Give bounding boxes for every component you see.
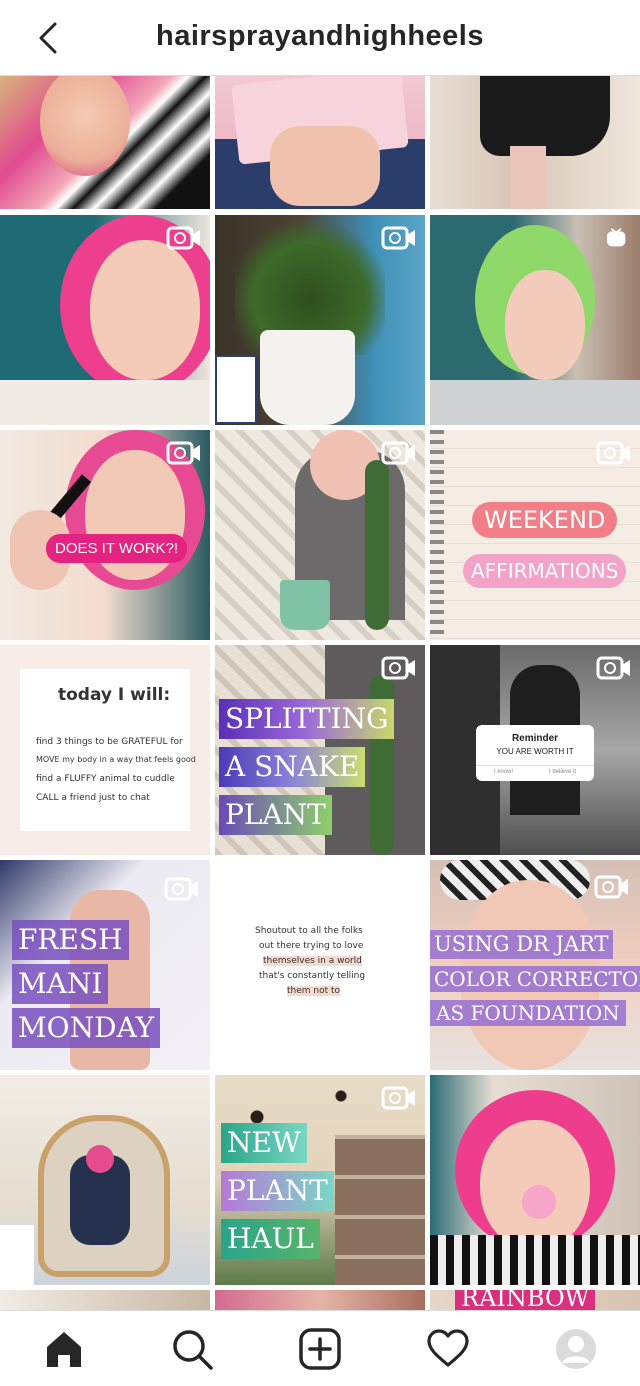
post-tile-dr-jart[interactable]: USING DR JART COLOR CORRECTOR AS FOUNDAT… <box>430 860 640 1070</box>
legs <box>510 146 546 209</box>
lace-skirt <box>480 76 610 156</box>
nav-profile[interactable] <box>548 1321 604 1377</box>
reminder-button-know: I know! <box>493 769 513 775</box>
profile-username: hairsprayandhighheels <box>156 20 484 52</box>
splitting-line-1: SPLITTING <box>219 699 395 739</box>
rainbow-label: RAINBOW <box>455 1290 596 1310</box>
post-tile-splitting-snake-plant[interactable]: SPLITTING A SNAKE PLANT <box>215 645 425 855</box>
shoulders <box>0 380 210 425</box>
jart-line-1: USING DR JART <box>430 930 613 959</box>
shelves <box>335 1135 425 1285</box>
post-tile-partial-2[interactable] <box>215 1290 425 1310</box>
video-icon <box>596 441 630 465</box>
post-tile-pink-hair-selfie[interactable] <box>0 215 210 425</box>
pink-hair <box>86 1145 114 1173</box>
face <box>505 270 585 380</box>
hands <box>270 126 380 206</box>
striped-collar <box>430 1235 640 1285</box>
mug <box>215 355 257 424</box>
activity-heart-icon <box>427 1328 469 1367</box>
face <box>90 240 200 380</box>
reminder-buttons: I know! I believe it <box>476 765 594 775</box>
post-tile-shoutout[interactable]: Shoutout to all the folks out there tryi… <box>215 860 425 1070</box>
video-icon <box>594 875 628 899</box>
pot <box>280 580 330 630</box>
video-icon <box>166 226 200 250</box>
notebook-spiral <box>430 430 444 640</box>
nav-new-post[interactable] <box>292 1321 348 1377</box>
jart-line-3: AS FOUNDATION <box>430 1000 626 1026</box>
reminder-card: Reminder YOU ARE WORTH IT I know! I beli… <box>476 725 594 781</box>
sweater <box>430 380 640 425</box>
face-photo <box>40 76 130 176</box>
fresh-line-3: MONDAY <box>12 1008 161 1048</box>
snake-plant <box>365 460 389 630</box>
post-tile-today-i-will[interactable]: today I will: find 3 things to be GRATEF… <box>0 645 210 855</box>
post-tile-snake-plant-pot[interactable] <box>215 215 425 425</box>
nav-home[interactable] <box>36 1321 92 1377</box>
note-title: today I will: <box>58 685 171 705</box>
shoutout-line-5: them not to <box>287 986 341 996</box>
post-tile-reminder[interactable]: Reminder YOU ARE WORTH IT I know! I beli… <box>430 645 640 855</box>
post-tile-lace-skirt[interactable] <box>430 76 640 209</box>
splitting-line-3: PLANT <box>219 795 332 835</box>
bottom-nav <box>0 1310 640 1386</box>
splitting-line-2: A SNAKE <box>219 747 366 787</box>
video-icon <box>381 1086 415 1110</box>
shoutout-line-3: themselves in a world <box>263 956 362 966</box>
post-tile-cards-hands[interactable] <box>215 76 425 209</box>
post-tile-rainbow-hair-stripes[interactable] <box>0 76 210 209</box>
shoutout-line-1: Shoutout to all the folks <box>255 926 363 936</box>
post-tile-partial-1[interactable] <box>0 1290 210 1310</box>
home-icon <box>47 1331 81 1367</box>
affirmations-label: AFFIRMATIONS <box>463 554 627 588</box>
shoutout-line-2: out there trying to love <box>259 941 364 951</box>
nav-activity[interactable] <box>420 1321 476 1377</box>
search-icon <box>173 1329 213 1370</box>
bubblegum <box>522 1185 556 1219</box>
post-tile-green-hair[interactable] <box>430 215 640 425</box>
reminder-title: Reminder <box>511 733 559 744</box>
caption-badge: DOES IT WORK?! <box>46 534 188 563</box>
post-tile-egg-chair[interactable] <box>0 1075 210 1285</box>
video-icon <box>596 656 630 680</box>
post-tile-lattice-plant[interactable] <box>215 430 425 640</box>
note-line-4: CALL a friend just to chat <box>36 793 150 803</box>
note-line-1: find 3 things to be GRATEFUL for <box>36 737 183 747</box>
top-bar: hairsprayandhighheels <box>0 0 640 76</box>
haul-line-1: NEW <box>221 1123 307 1163</box>
reminder-button-believe: I believe it <box>548 769 576 775</box>
igtv-icon <box>607 228 626 247</box>
haul-line-3: HAUL <box>221 1219 320 1259</box>
post-tile-new-plant-haul[interactable]: NEW PLANT HAUL <box>215 1075 425 1285</box>
shoutout-line-4: that's constantly telling <box>259 971 366 981</box>
fresh-line-1: FRESH <box>12 920 129 960</box>
nav-search[interactable] <box>164 1321 220 1377</box>
new-post-icon <box>299 1327 341 1370</box>
post-tile-weekend-affirmations[interactable]: WEEKEND AFFIRMATIONS <box>430 430 640 640</box>
haul-line-2: PLANT <box>221 1171 334 1211</box>
note-line-3: find a FLUFFY animal to cuddle <box>36 774 175 784</box>
video-icon <box>164 877 198 901</box>
white-pot <box>260 330 355 425</box>
post-tile-bubblegum[interactable] <box>430 1075 640 1285</box>
video-icon <box>381 656 415 680</box>
post-grid: DOES IT WORK?! WEEKEND AFFIRMATIONS toda… <box>0 76 640 1310</box>
fresh-line-2: MANI <box>12 964 109 1004</box>
post-tile-fresh-mani-monday[interactable]: FRESH MANI MONDAY <box>0 860 210 1070</box>
note-line-2: MOVE my body in a way that feels good <box>36 755 196 764</box>
profile-avatar <box>556 1328 596 1369</box>
side-table <box>0 1225 34 1285</box>
post-tile-does-it-work[interactable]: DOES IT WORK?! <box>0 430 210 640</box>
video-icon <box>166 441 200 465</box>
reminder-text: YOU ARE WORTH IT <box>496 747 574 756</box>
video-icon <box>381 441 415 465</box>
weekend-label: WEEKEND <box>472 502 618 538</box>
video-icon <box>381 226 415 250</box>
post-tile-rainbow[interactable]: RAINBOW <box>430 1290 640 1310</box>
jart-line-2: COLOR CORRECTOR <box>430 966 640 992</box>
